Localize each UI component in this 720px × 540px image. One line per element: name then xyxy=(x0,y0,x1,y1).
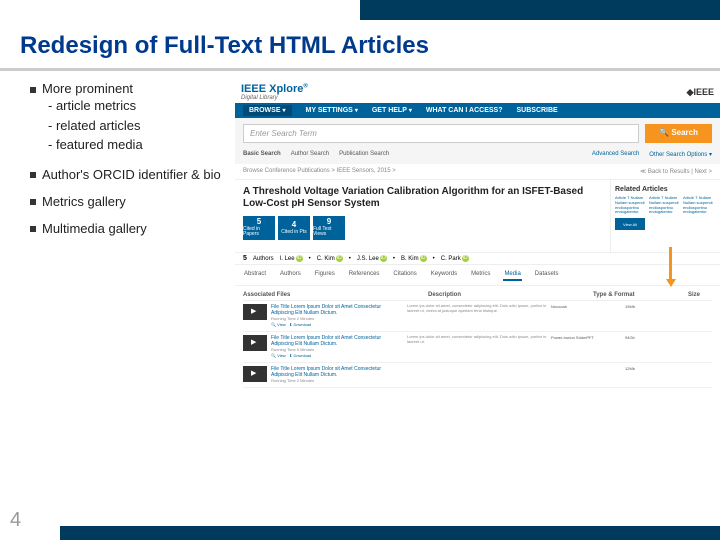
author-item[interactable]: B. Kim iD xyxy=(401,255,427,262)
other-search-link[interactable]: Other Search Options ▾ xyxy=(649,151,712,158)
bullet-4: Multimedia gallery xyxy=(30,221,225,236)
file-size: 12Mb xyxy=(625,366,649,371)
nav-bar: BROWSE▾ MY SETTINGS▾ GET HELP▾ WHAT CAN … xyxy=(235,103,720,118)
related-item[interactable]: Article T Nullam Nullam suspendi endlosp… xyxy=(649,196,679,215)
metrics-row: 5Cited in Papers 4Cited in Pts 9Full Tex… xyxy=(243,216,602,240)
col-type: Type & Format xyxy=(593,292,663,298)
file-type: Novocab xyxy=(551,304,621,309)
bullet-3: Metrics gallery xyxy=(30,194,225,209)
xplore-logo: IEEE Xplore® xyxy=(241,83,308,95)
tab-abstract[interactable]: Abstract xyxy=(243,269,267,281)
article-tabs: Abstract Authors Figures References Cita… xyxy=(235,265,720,286)
bullet-square-icon xyxy=(30,87,36,93)
breadcrumb: Browse Conference Publications > IEEE Se… xyxy=(235,164,720,180)
search-row: Enter Search Term 🔍 Search xyxy=(235,118,720,149)
related-header: Related Articles xyxy=(615,186,716,193)
ieee-logo: ◆IEEE xyxy=(687,87,714,98)
tab-references[interactable]: References xyxy=(348,269,381,281)
search-input[interactable]: Enter Search Term xyxy=(243,124,639,143)
authors-label: Authors xyxy=(253,256,274,262)
chevron-down-icon: ▾ xyxy=(283,107,286,114)
file-title[interactable]: File Title Lorem Ipsum Dolor sit Amet Co… xyxy=(271,366,403,384)
tab-authors[interactable]: Authors xyxy=(279,269,302,281)
author-item[interactable]: C. Park iD xyxy=(441,255,469,262)
metric-fulltext-views[interactable]: 9Full Text Views xyxy=(313,216,345,240)
nav-browse[interactable]: BROWSE▾ xyxy=(243,105,292,116)
slide-footer-accent xyxy=(60,526,720,540)
file-row: File Title Lorem Ipsum Dolor sit Amet Co… xyxy=(243,332,712,363)
slide-top-accent xyxy=(360,0,720,20)
nav-settings[interactable]: MY SETTINGS▾ xyxy=(306,107,358,114)
tab-datasets[interactable]: Datasets xyxy=(534,269,560,281)
embedded-screenshot: IEEE Xplore® Digital Library ◆IEEE BROWS… xyxy=(235,81,720,392)
metric-cited-patents[interactable]: 4Cited in Pts xyxy=(278,216,310,240)
nav-access[interactable]: WHAT CAN I ACCESS? xyxy=(426,107,503,114)
view-all-button[interactable]: View All xyxy=(615,218,645,230)
authors-row: 5 Authors I. Lee iD• C. Kim iD• J.S. Lee… xyxy=(235,252,720,265)
tab-media[interactable]: Media xyxy=(503,269,521,281)
bullet-square-icon xyxy=(30,172,36,178)
orcid-icon: iD xyxy=(380,255,387,262)
files-section: Associated Files Description Type & Form… xyxy=(235,286,720,392)
orcid-icon: iD xyxy=(336,255,343,262)
bullet-square-icon xyxy=(30,226,36,232)
tab-keywords[interactable]: Keywords xyxy=(430,269,458,281)
metric-cited-papers[interactable]: 5Cited in Papers xyxy=(243,216,275,240)
chevron-down-icon: ▾ xyxy=(409,107,412,114)
article-main: A Threshold Voltage Variation Calibratio… xyxy=(235,180,610,252)
chevron-down-icon: ▾ xyxy=(355,107,358,114)
breadcrumb-path[interactable]: Browse Conference Publications > IEEE Se… xyxy=(243,168,396,175)
orcid-icon: iD xyxy=(420,255,427,262)
sub-bullets: - article metrics - related articles - f… xyxy=(48,96,225,155)
author-item[interactable]: J.S. Lee iD xyxy=(357,255,387,262)
orcid-icon: iD xyxy=(296,255,303,262)
file-size: 15Mb xyxy=(625,304,649,309)
xplore-sublogo: Digital Library xyxy=(241,95,308,101)
related-item[interactable]: Article T Nullam Nullam suspendi endlosp… xyxy=(615,196,645,215)
tab-figures[interactable]: Figures xyxy=(314,269,336,281)
bullet-list: More prominent - article metrics - relat… xyxy=(30,81,225,392)
file-row: File Title Lorem Ipsum Dolor sit Amet Co… xyxy=(243,301,712,332)
file-desc: Lorem ips dolor sit amet, consectetur ad… xyxy=(407,335,547,345)
back-to-results[interactable]: ≪ Back to Results | Next > xyxy=(640,168,712,175)
col-desc: Description xyxy=(428,292,568,298)
bullet-1: More prominent - article metrics - relat… xyxy=(30,81,225,155)
nav-subscribe[interactable]: SUBSCRIBE xyxy=(517,107,558,114)
xplore-header: IEEE Xplore® Digital Library ◆IEEE xyxy=(235,81,720,103)
tab-metrics[interactable]: Metrics xyxy=(470,269,491,281)
author-search-link[interactable]: Author Search xyxy=(291,151,329,158)
pub-search-link[interactable]: Publication Search xyxy=(339,151,389,158)
page-number: 4 xyxy=(10,509,21,532)
search-button[interactable]: 🔍 Search xyxy=(645,124,712,143)
nav-help[interactable]: GET HELP▾ xyxy=(372,107,412,114)
file-title[interactable]: File Title Lorem Ipsum Dolor sit Amet Co… xyxy=(271,304,403,328)
file-title[interactable]: File Title Lorem Ipsum Dolor sit Amet Co… xyxy=(271,335,403,359)
adv-search-link[interactable]: Advanced Search xyxy=(592,151,639,158)
article-title: A Threshold Voltage Variation Calibratio… xyxy=(243,186,602,210)
video-thumb-icon[interactable] xyxy=(243,335,267,351)
col-size: Size xyxy=(688,292,712,298)
orcid-icon: iD xyxy=(462,255,469,262)
basic-search-link[interactable]: Basic Search xyxy=(243,151,281,158)
related-sidebar: Related Articles Article T Nullam Nullam… xyxy=(610,180,720,252)
author-item[interactable]: I. Lee iD xyxy=(280,255,303,262)
video-thumb-icon[interactable] xyxy=(243,304,267,320)
related-item[interactable]: Article T Nullam Nullam suspendi endlosp… xyxy=(683,196,713,215)
file-row: File Title Lorem Ipsum Dolor sit Amet Co… xyxy=(243,363,712,388)
bullet-square-icon xyxy=(30,199,36,205)
file-desc: Lorem ips dolor sit amet, consectetur ad… xyxy=(407,304,547,314)
author-count: 5 xyxy=(243,255,247,262)
col-files: Associated Files xyxy=(243,292,403,298)
author-item[interactable]: C. Kim iD xyxy=(317,255,343,262)
bullet-2: Author's ORCID identifier & bio xyxy=(30,167,225,182)
callout-arrow-icon xyxy=(669,247,672,281)
slide-title: Redesign of Full-Text HTML Articles xyxy=(20,32,700,60)
file-size: 94Gb xyxy=(625,335,649,340)
tab-citations[interactable]: Citations xyxy=(392,269,417,281)
video-thumb-icon[interactable] xyxy=(243,366,267,382)
files-header: Associated Files Description Type & Form… xyxy=(243,290,712,301)
title-bar: Redesign of Full-Text HTML Articles xyxy=(0,20,720,71)
sub-search-row: Basic Search Author Search Publication S… xyxy=(235,149,720,164)
file-type: Power-horion SüdmPFT xyxy=(551,335,621,340)
